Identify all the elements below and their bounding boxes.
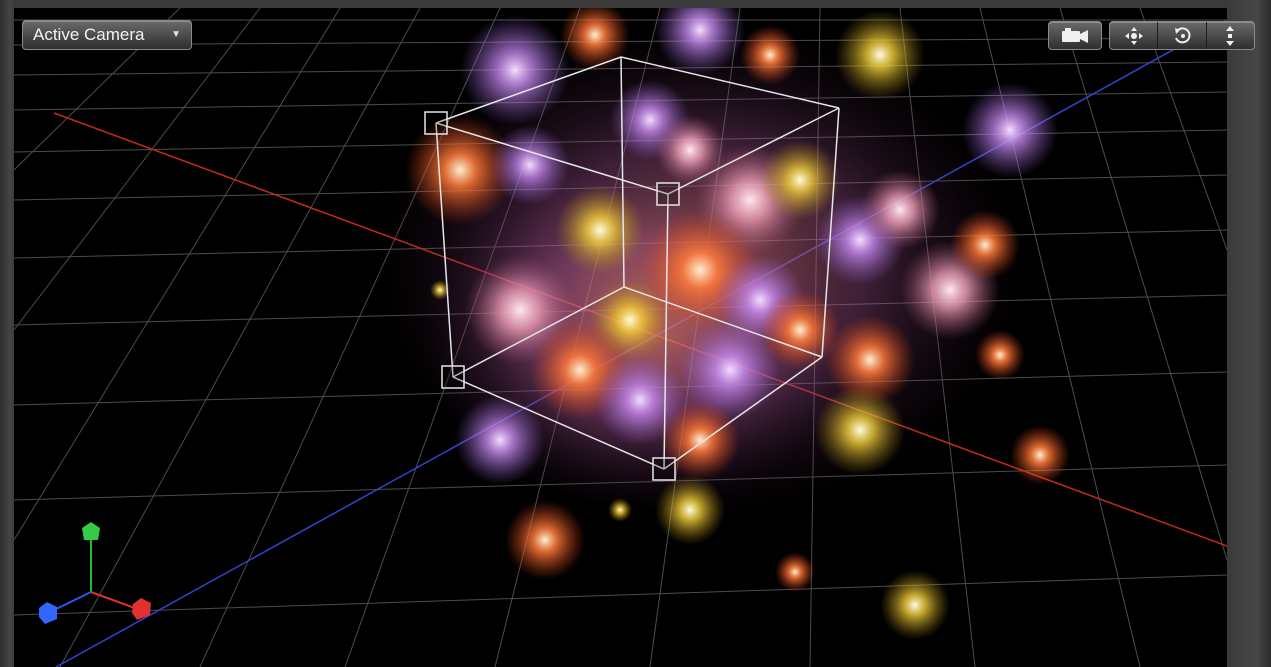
dolly-button[interactable] xyxy=(1207,22,1254,49)
pan-move-icon xyxy=(1124,26,1143,45)
handle-top-left[interactable] xyxy=(424,111,448,135)
orbit-button[interactable] xyxy=(1158,22,1207,49)
camera-view-button[interactable] xyxy=(1048,21,1102,50)
active-camera-menu[interactable]: Active Camera ▼ xyxy=(22,20,192,50)
y-axis-handle-icon xyxy=(82,522,100,540)
pan-button[interactable] xyxy=(1110,22,1159,49)
active-camera-label: Active Camera xyxy=(33,25,145,44)
handle-bottom-front[interactable] xyxy=(652,457,676,481)
view-tools-group xyxy=(1109,21,1255,50)
dolly-icon xyxy=(1226,25,1235,46)
video-camera-icon xyxy=(1062,27,1088,43)
orbit-rotate-icon xyxy=(1174,26,1191,43)
chevron-down-icon: ▼ xyxy=(171,29,181,40)
z-axis-handle-icon xyxy=(39,602,57,624)
right-panel-edge xyxy=(1227,0,1271,667)
axis-gizmo xyxy=(39,522,151,624)
handle-top-front[interactable] xyxy=(656,182,680,206)
canvas-viewport[interactable] xyxy=(14,8,1227,667)
handle-bottom-left[interactable] xyxy=(441,365,465,389)
scene-3d xyxy=(14,8,1227,667)
